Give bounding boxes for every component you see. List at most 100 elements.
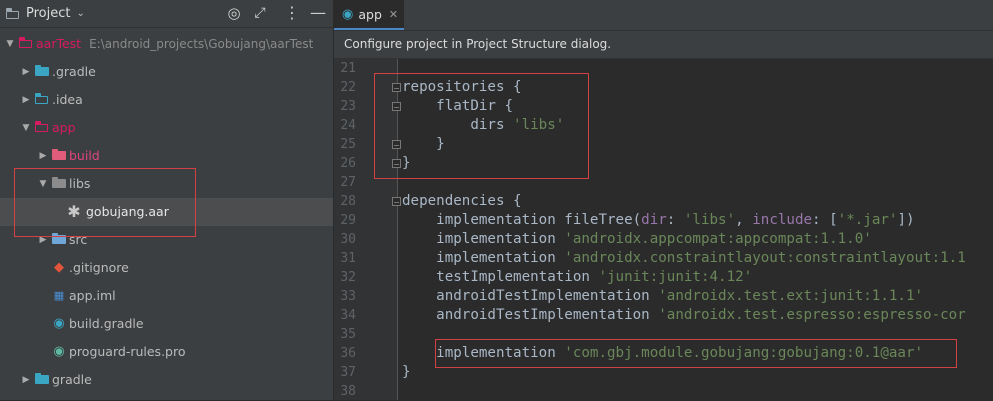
gradle-file-icon: ◉ (53, 316, 65, 331)
gradle-folder-icon (33, 366, 51, 394)
tree-item-build[interactable]: ▶ build (0, 142, 333, 170)
code-token: ]) (897, 212, 915, 228)
line-number: 21 (340, 61, 356, 76)
tree-item-label: gobujang.aar (86, 204, 169, 219)
fold-marker-icon[interactable]: − (392, 102, 401, 112)
line-number: 24 (340, 118, 356, 133)
chevron-right-icon[interactable]: ▶ (37, 142, 49, 170)
tree-item-app-iml[interactable]: ▦ app.iml (0, 282, 333, 310)
code-line: dependencies { (402, 192, 522, 211)
project-panel: Project ⌄ ◎ ⤢ ⋮ — ▼ aarTest E:\android_pr… (0, 0, 334, 400)
line-number: 36 (340, 346, 356, 361)
tree-item-app[interactable]: ▼ app (0, 114, 333, 142)
code-token: androidTestImplementation (402, 288, 659, 304)
fold-marker-icon[interactable]: − (392, 159, 401, 169)
iml-file-icon: ▦ (53, 289, 65, 302)
project-path: E:\android_projects\Gobujang\aarTest (89, 37, 314, 51)
code-token: 'androidx.test.espresso:espresso-cor (658, 307, 966, 323)
code-token: } (402, 155, 411, 171)
tree-item-label: proguard-rules.pro (69, 344, 186, 359)
code-token: } (402, 136, 445, 152)
code-line: implementation fileTree(dir: 'libs', inc… (402, 211, 915, 230)
code-line: flatDir { (402, 97, 513, 116)
folder-icon (50, 170, 68, 198)
chevron-down-icon[interactable]: ▼ (37, 170, 49, 198)
tree-item-label: .idea (52, 92, 83, 107)
notification-banner: Configure project in Project Structure d… (334, 31, 993, 59)
code-token: testImplementation (402, 269, 599, 285)
tree-item-idea[interactable]: ▶ .idea (0, 86, 333, 114)
chevron-right-icon[interactable]: ▶ (20, 86, 32, 114)
fold-marker-icon[interactable]: − (392, 140, 401, 150)
tree-item-gradle[interactable]: ▶ gradle (0, 366, 333, 394)
collapse-icon[interactable]: ⤢ (252, 5, 268, 21)
target-icon[interactable]: ◎ (226, 5, 242, 21)
proguard-file-icon: ◉ (53, 344, 65, 359)
chevron-right-icon[interactable]: ▶ (20, 366, 32, 394)
line-number: 27 (340, 175, 356, 190)
tree-item-label: .gradle (52, 64, 96, 79)
fold-marker-icon[interactable]: − (392, 83, 401, 93)
folder-icon (6, 8, 20, 19)
chevron-right-icon[interactable]: ▶ (20, 58, 32, 86)
excluded-folder-icon (50, 142, 68, 170)
tree-item-libs[interactable]: ▼ libs (0, 170, 333, 198)
tree-item-aartest[interactable]: ▼ aarTest E:\android_projects\Gobujang\aa… (0, 30, 333, 58)
source-folder-icon (50, 226, 68, 254)
code-token: repositories { (402, 79, 522, 95)
code-line: implementation 'com.gbj.module.gobujang:… (402, 344, 923, 363)
code-token: : (666, 212, 684, 228)
tree-item-gitignore[interactable]: ◆ .gitignore (0, 254, 333, 282)
project-view-selector[interactable]: Project (26, 6, 70, 21)
code-token: : [ (812, 212, 838, 228)
code-token: flatDir { (402, 98, 514, 114)
code-token: 'libs' (683, 212, 736, 228)
code-token: 'androidx.constraintlayout:constraintlay… (564, 250, 966, 266)
code-token: implementation (402, 231, 565, 247)
line-number: 22 (340, 80, 356, 95)
chevron-down-icon[interactable]: ⌄ (76, 8, 84, 19)
code-line: } (402, 363, 411, 382)
minimize-icon[interactable]: — (310, 5, 326, 21)
chevron-down-icon[interactable]: ▼ (4, 30, 16, 58)
tree-item-label: .gitignore (69, 260, 129, 275)
tree-item-dot-gradle[interactable]: ▶ .gradle (0, 58, 333, 86)
tab-label: app (358, 6, 382, 22)
line-number: 32 (340, 270, 356, 285)
code-line: androidTestImplementation 'androidx.test… (402, 306, 966, 325)
tree-item-gobujang-aar[interactable]: ✱ gobujang.aar (0, 198, 333, 226)
line-number: 25 (340, 137, 356, 152)
tab-app[interactable]: ◉ app ✕ (334, 0, 404, 30)
line-number: 34 (340, 308, 356, 323)
line-number: 28 (340, 194, 356, 209)
code-line: androidTestImplementation 'androidx.test… (402, 287, 923, 306)
gradle-elephant-icon: ◉ (342, 6, 354, 22)
code-token: , (735, 212, 753, 228)
code-line: testImplementation 'junit:junit:4.12' (402, 268, 752, 287)
code-view[interactable]: repositories { flatDir { dirs 'libs' }} d… (402, 59, 993, 400)
gradle-folder-icon (33, 58, 51, 86)
gitignore-icon: ◆ (54, 260, 64, 275)
idea-folder-icon (33, 86, 51, 114)
code-line: repositories { (402, 78, 522, 97)
line-number: 38 (340, 384, 356, 399)
line-number: 29 (340, 213, 356, 228)
code-token: implementation fileTree( (402, 212, 642, 228)
tree-item-label: app.iml (69, 288, 116, 303)
tree-item-build-gradle[interactable]: ◉ build.gradle (0, 310, 333, 338)
code-token: 'com.gbj.module.gobujang:gobujang:0.1@aa… (564, 345, 924, 361)
code-token: 'androidx.appcompat:appcompat:1.1.0' (564, 231, 872, 247)
close-icon[interactable]: ✕ (389, 8, 398, 21)
code-line: implementation 'androidx.constraintlayou… (402, 249, 966, 268)
chevron-right-icon[interactable]: ▶ (37, 226, 49, 254)
chevron-down-icon[interactable]: ▼ (20, 114, 32, 142)
line-number: 35 (340, 327, 356, 342)
project-panel-header: Project ⌄ ◎ ⤢ ⋮ — (0, 0, 333, 28)
code-token: implementation (402, 345, 565, 361)
more-icon[interactable]: ⋮ (284, 5, 300, 21)
fold-marker-icon[interactable]: − (392, 197, 401, 207)
editor-area: ◉ app ✕ Configure project in Project Str… (334, 0, 993, 400)
tree-item-src[interactable]: ▶ src (0, 226, 333, 254)
tree-item-proguard-rules[interactable]: ◉ proguard-rules.pro (0, 338, 333, 366)
tree-item-label: aarTest E:\android_projects\Gobujang\aarT… (36, 36, 314, 51)
